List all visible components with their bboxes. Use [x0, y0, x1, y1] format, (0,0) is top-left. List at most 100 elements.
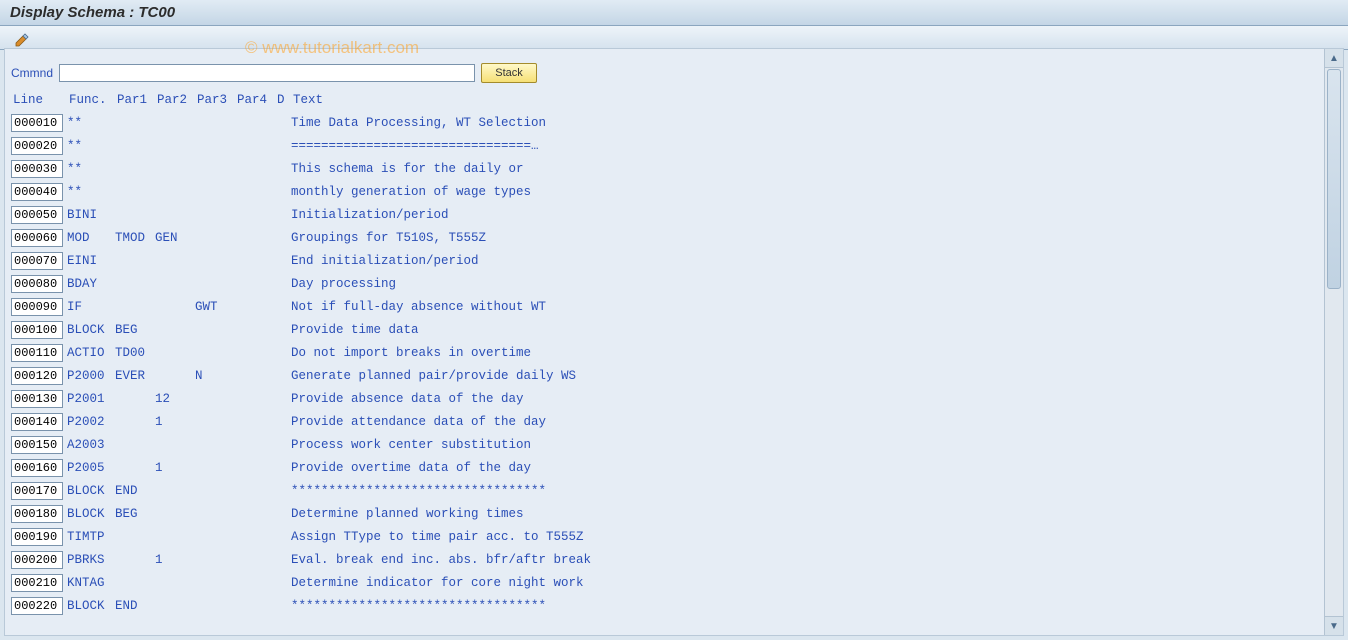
- scroll-down-arrow-icon[interactable]: ▼: [1325, 616, 1343, 635]
- text-cell: monthly generation of wage types: [291, 185, 1319, 199]
- table-row: BINIInitialization/period: [11, 203, 1319, 226]
- line-number-input[interactable]: [11, 436, 63, 454]
- table-row: TIMTP Assign TType to time pair acc. to T…: [11, 525, 1319, 548]
- table-row: P2000EVERNGenerate planned pair/provide …: [11, 364, 1319, 387]
- text-cell: Provide time data: [291, 323, 1319, 337]
- stack-button[interactable]: Stack: [481, 63, 537, 83]
- table-row: **This schema is for the daily or: [11, 157, 1319, 180]
- command-row: Cmmnd Stack: [11, 63, 1319, 83]
- par1-cell: BEG: [115, 323, 155, 337]
- line-number-input[interactable]: [11, 413, 63, 431]
- par1-cell: END: [115, 599, 155, 613]
- line-number-input[interactable]: [11, 367, 63, 385]
- content-area: Cmmnd Stack LineFunc.Par1Par2Par3Par4DTe…: [4, 48, 1344, 636]
- line-number-input[interactable]: [11, 275, 63, 293]
- line-number-input[interactable]: [11, 137, 63, 155]
- table-row: A2003Process work center substitution: [11, 433, 1319, 456]
- line-number-input[interactable]: [11, 551, 63, 569]
- func-cell: P2001: [67, 392, 115, 406]
- table-row: **Time Data Processing, WT Selection: [11, 111, 1319, 134]
- text-cell: Generate planned pair/provide daily WS: [291, 369, 1319, 383]
- line-number-input[interactable]: [11, 528, 63, 546]
- func-cell: PBRKS: [67, 553, 115, 567]
- func-cell: **: [67, 116, 115, 130]
- pencil-icon: [14, 32, 30, 48]
- table-row: BLOCKEND********************************…: [11, 594, 1319, 617]
- edit-tool-button[interactable]: [8, 30, 36, 50]
- text-cell: End initialization/period: [291, 254, 1319, 268]
- table-row: BLOCKBEG Determine planned working times: [11, 502, 1319, 525]
- line-number-input[interactable]: [11, 505, 63, 523]
- line-number-input[interactable]: [11, 574, 63, 592]
- table-row: IF GWT Not if full-day absence without WT: [11, 295, 1319, 318]
- table-row: BDAYDay processing: [11, 272, 1319, 295]
- par2-cell: GEN: [155, 231, 195, 245]
- text-cell: Not if full-day absence without WT: [291, 300, 1319, 314]
- text-cell: Assign TType to time pair acc. to T555Z: [291, 530, 1319, 544]
- scroll-up-arrow-icon[interactable]: ▲: [1325, 49, 1343, 68]
- par2-cell: 12: [155, 392, 195, 406]
- header-par3: Par3: [197, 93, 237, 107]
- line-number-input[interactable]: [11, 321, 63, 339]
- func-cell: BLOCK: [67, 323, 115, 337]
- func-cell: P2000: [67, 369, 115, 383]
- table-row: ** monthly generation of wage types: [11, 180, 1319, 203]
- text-cell: Eval. break end inc. abs. bfr/aftr break: [291, 553, 1319, 567]
- func-cell: **: [67, 185, 115, 199]
- vertical-scrollbar[interactable]: ▲ ▼: [1324, 49, 1343, 635]
- line-number-input[interactable]: [11, 597, 63, 615]
- func-cell: P2002: [67, 415, 115, 429]
- text-cell: Process work center substitution: [291, 438, 1319, 452]
- text-cell: Do not import breaks in overtime: [291, 346, 1319, 360]
- text-cell: Provide absence data of the day: [291, 392, 1319, 406]
- table-row: BLOCKBEG Provide time data: [11, 318, 1319, 341]
- scroll-thumb[interactable]: [1327, 69, 1341, 289]
- table-row: P20021Provide attendance data of the day: [11, 410, 1319, 433]
- column-headers: LineFunc.Par1Par2Par3Par4DText: [11, 93, 1319, 107]
- text-cell: Determine planned working times: [291, 507, 1319, 521]
- table-row: **================================…: [11, 134, 1319, 157]
- text-cell: **********************************: [291, 599, 1319, 613]
- command-label: Cmmnd: [11, 66, 53, 80]
- table-row: EINI End initialization/period: [11, 249, 1319, 272]
- header-func: Func.: [69, 93, 117, 107]
- table-row: P2005 1 Provide overtime data of the day: [11, 456, 1319, 479]
- line-number-input[interactable]: [11, 482, 63, 500]
- func-cell: BLOCK: [67, 484, 115, 498]
- par1-cell: BEG: [115, 507, 155, 521]
- text-cell: Provide overtime data of the day: [291, 461, 1319, 475]
- line-number-input[interactable]: [11, 252, 63, 270]
- func-cell: EINI: [67, 254, 115, 268]
- line-number-input[interactable]: [11, 344, 63, 362]
- par1-cell: TMOD: [115, 231, 155, 245]
- par1-cell: END: [115, 484, 155, 498]
- line-number-input[interactable]: [11, 160, 63, 178]
- par2-cell: 1: [155, 461, 195, 475]
- command-input[interactable]: [59, 64, 475, 82]
- line-number-input[interactable]: [11, 206, 63, 224]
- func-cell: KNTAG: [67, 576, 115, 590]
- line-number-input[interactable]: [11, 114, 63, 132]
- line-number-input[interactable]: [11, 390, 63, 408]
- par2-cell: 1: [155, 553, 195, 567]
- line-number-input[interactable]: [11, 229, 63, 247]
- text-cell: ================================…: [291, 139, 1319, 153]
- func-cell: TIMTP: [67, 530, 115, 544]
- table-row: ACTIOTD00Do not import breaks in overtim…: [11, 341, 1319, 364]
- par3-cell: GWT: [195, 300, 235, 314]
- line-number-input[interactable]: [11, 459, 63, 477]
- func-cell: BLOCK: [67, 507, 115, 521]
- table-row: BLOCKEND********************************…: [11, 479, 1319, 502]
- header-line: Line: [13, 93, 69, 107]
- header-d: D: [277, 93, 293, 107]
- func-cell: P2005: [67, 461, 115, 475]
- toolbar: [0, 26, 1348, 50]
- page-title: Display Schema : TC00: [0, 0, 1348, 26]
- text-cell: Groupings for T510S, T555Z: [291, 231, 1319, 245]
- line-number-input[interactable]: [11, 183, 63, 201]
- header-text: Text: [293, 93, 323, 107]
- line-number-input[interactable]: [11, 298, 63, 316]
- par1-cell: TD00: [115, 346, 155, 360]
- func-cell: IF: [67, 300, 115, 314]
- text-cell: Initialization/period: [291, 208, 1319, 222]
